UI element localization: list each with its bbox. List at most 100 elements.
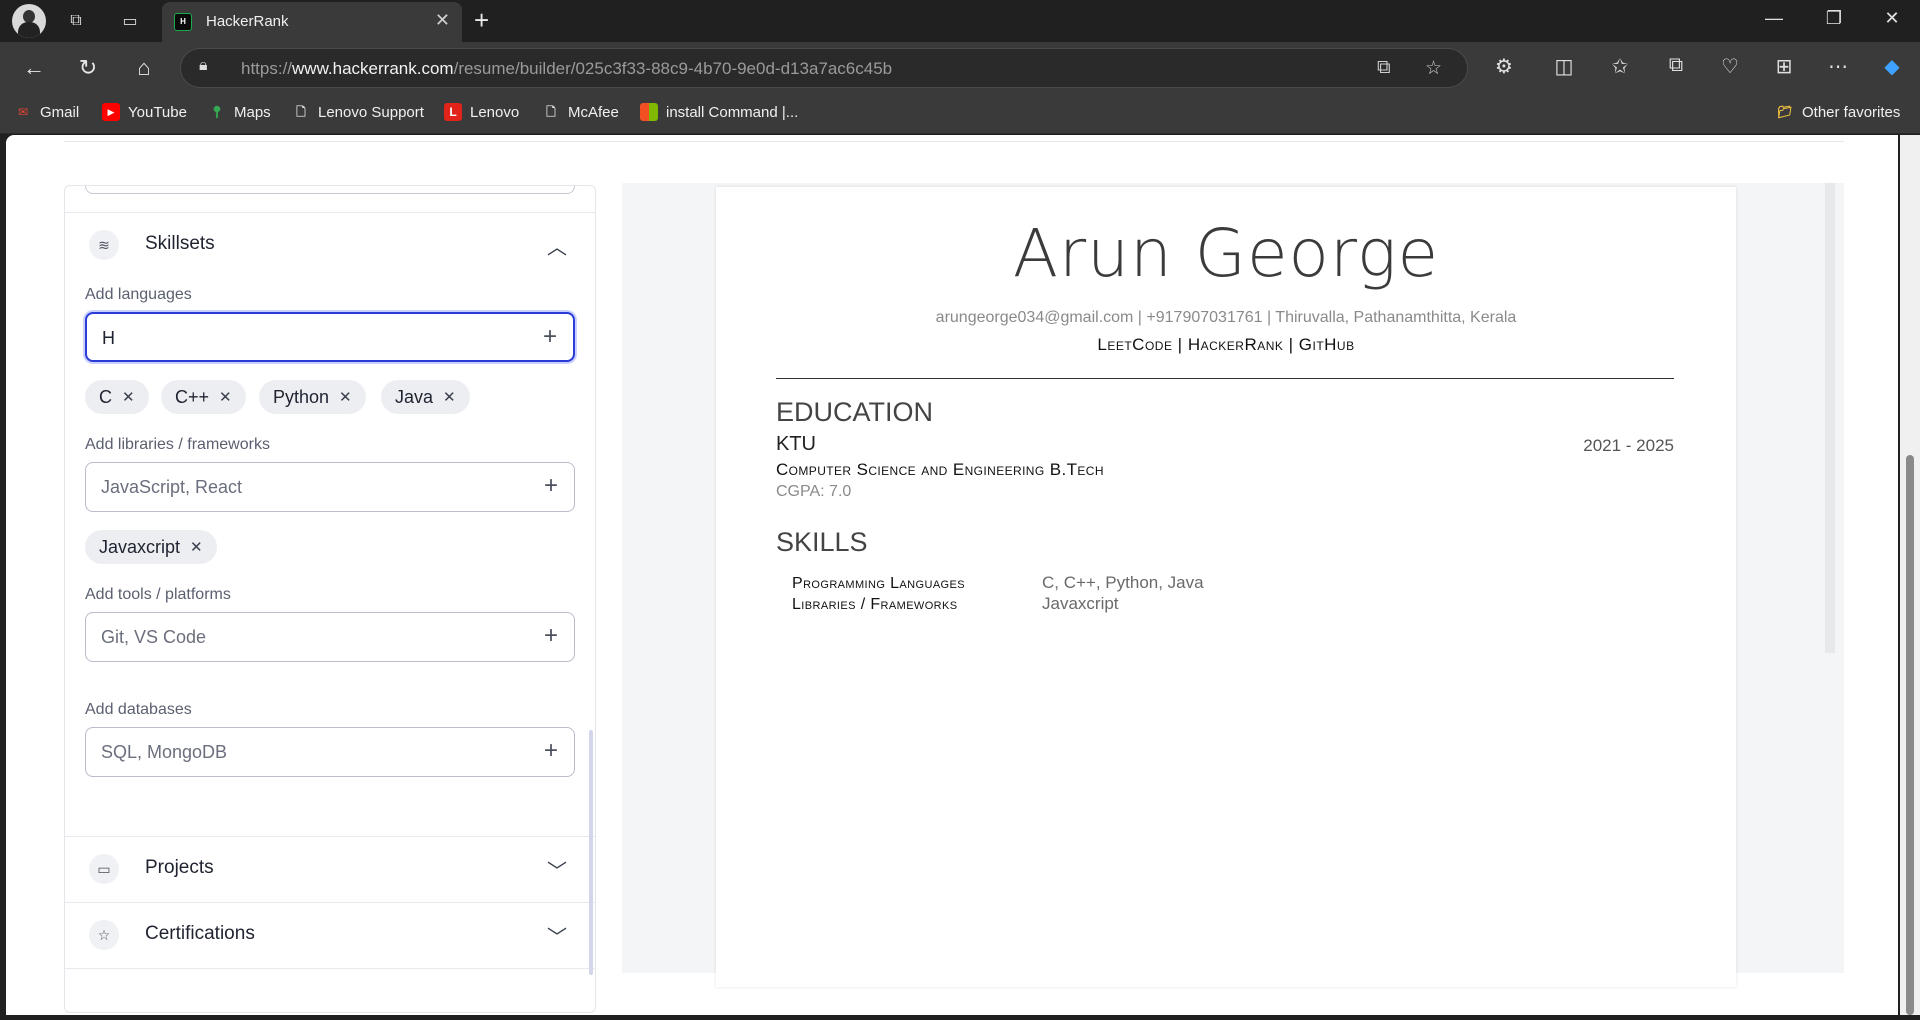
- open-in-app-icon[interactable]: ⧉: [1377, 57, 1391, 79]
- remove-chip-icon[interactable]: ✕: [339, 388, 352, 406]
- languages-input[interactable]: H +: [85, 312, 575, 362]
- extensions-icon[interactable]: ⚙: [1490, 54, 1518, 79]
- libraries-placeholder[interactable]: JavaScript, React: [101, 477, 242, 498]
- youtube-icon: ▶: [102, 103, 120, 121]
- skillsets-section-header[interactable]: ≋ Skillsets ︿: [65, 214, 595, 278]
- resume-name: Arun George: [1012, 215, 1440, 292]
- language-chip: Python ✕: [259, 380, 366, 414]
- page-scroll-thumb[interactable]: [1906, 455, 1914, 1015]
- chevron-up-icon[interactable]: ︿: [547, 231, 567, 260]
- browser-titlebar: ⧉ ▭ H HackerRank ✕ + — ❐ ✕: [0, 0, 1920, 42]
- databases-placeholder[interactable]: SQL, MongoDB: [101, 742, 227, 763]
- tools-label: Add tools / platforms: [85, 586, 231, 603]
- copilot-icon[interactable]: ◆: [1878, 54, 1906, 79]
- bookmark-label: Maps: [234, 103, 271, 121]
- certifications-title: Certifications: [145, 923, 255, 944]
- bookmark-lenovo-support[interactable]: 🗋︎ Lenovo Support: [292, 103, 424, 121]
- more-menu-icon[interactable]: ⋯: [1824, 54, 1852, 79]
- languages-input-value[interactable]: H: [102, 328, 115, 349]
- bookmark-maps[interactable]: 📍︎ Maps: [208, 103, 271, 121]
- projects-title: Projects: [145, 857, 214, 878]
- workspaces-icon[interactable]: ⧉: [62, 7, 90, 35]
- new-tab-button[interactable]: +: [474, 6, 489, 34]
- libraries-input[interactable]: JavaScript, React +: [85, 462, 575, 512]
- databases-label: Add databases: [85, 701, 192, 718]
- tools-input[interactable]: Git, VS Code +: [85, 612, 575, 662]
- resume-links: LeetCode | HackerRank | GitHub: [1097, 335, 1355, 354]
- refresh-icon[interactable]: ↻: [74, 54, 102, 82]
- bookmark-label: Lenovo Support: [318, 103, 424, 121]
- projects-section-header[interactable]: ▭ Projects ﹀: [65, 838, 595, 902]
- page-content: ≋ Skillsets ︿ Add languages H + C ✕ C++ ✕ …: [6, 135, 1898, 1015]
- bookmark-install-command[interactable]: install Command |...: [640, 103, 798, 121]
- close-tab-icon[interactable]: ✕: [435, 10, 450, 31]
- tab-actions-icon[interactable]: ▭: [116, 7, 144, 35]
- add-library-icon[interactable]: +: [544, 472, 558, 500]
- close-window-icon[interactable]: ✕: [1872, 8, 1912, 29]
- education-heading: EDUCATION: [776, 397, 934, 427]
- lock-icon[interactable]: 🔒︎: [199, 57, 208, 75]
- bookmark-gmail[interactable]: ✉ Gmail: [14, 103, 79, 121]
- folder-icon: 📁︎: [1777, 105, 1793, 119]
- education-years: 2021 - 2025: [1583, 436, 1674, 455]
- add-language-icon[interactable]: +: [543, 323, 557, 351]
- bookmark-youtube[interactable]: ▶ YouTube: [102, 103, 187, 121]
- remove-chip-icon[interactable]: ✕: [219, 388, 232, 406]
- remove-chip-icon[interactable]: ✕: [122, 388, 135, 406]
- resume-preview-panel: Arun George arungeorge034@gmail.com | +9…: [622, 183, 1844, 987]
- favorites-icon[interactable]: ✩: [1606, 54, 1634, 79]
- gmail-icon: ✉: [17, 105, 29, 119]
- profile-avatar[interactable]: [12, 4, 46, 38]
- remove-chip-icon[interactable]: ✕: [443, 388, 456, 406]
- split-screen-icon[interactable]: ◫: [1550, 54, 1578, 79]
- add-database-icon[interactable]: +: [544, 737, 558, 765]
- certifications-section-header[interactable]: ☆ Certifications ﹀: [65, 904, 595, 968]
- collections-icon[interactable]: ⧉: [1662, 54, 1690, 77]
- chip-label: C: [99, 386, 112, 407]
- languages-label: Add languages: [85, 286, 192, 303]
- skillsets-title: Skillsets: [145, 233, 215, 254]
- remove-chip-icon[interactable]: ✕: [190, 538, 203, 556]
- skills-heading: SKILLS: [776, 527, 868, 557]
- bookmark-mcafee[interactable]: 🗋︎ McAfee: [542, 103, 619, 121]
- education-school: KTU: [776, 433, 816, 455]
- bookmark-label: Lenovo: [470, 103, 520, 121]
- chip-label: Python: [273, 386, 330, 407]
- language-chip: C++ ✕: [161, 380, 246, 414]
- page-icon: 🗋︎: [546, 105, 556, 119]
- language-chip: Java ✕: [381, 380, 470, 414]
- browser-essentials-icon[interactable]: ♡: [1716, 54, 1744, 79]
- bookmark-label: McAfee: [568, 103, 619, 121]
- editor-scroll-thumb[interactable]: [589, 730, 593, 975]
- star-icon: ☆: [89, 920, 119, 950]
- monitor-icon: ▭: [89, 854, 119, 884]
- section-divider: [65, 212, 595, 213]
- preview-scroll-track[interactable]: [1825, 183, 1835, 653]
- maps-icon: 📍︎: [209, 105, 225, 119]
- chevron-down-icon[interactable]: ﹀: [547, 855, 567, 884]
- home-icon[interactable]: ⌂: [130, 54, 158, 82]
- databases-input[interactable]: SQL, MongoDB +: [85, 727, 575, 777]
- apps-icon[interactable]: ⊞: [1770, 54, 1798, 79]
- tools-placeholder[interactable]: Git, VS Code: [101, 627, 206, 648]
- bookmark-lenovo[interactable]: L Lenovo: [444, 103, 519, 121]
- page-scrollbar[interactable]: [1900, 135, 1920, 1015]
- other-favorites[interactable]: 📁︎ Other favorites: [1776, 103, 1900, 121]
- skill-value: Javaxcript: [1042, 594, 1119, 613]
- favorite-star-icon[interactable]: ☆: [1425, 57, 1442, 80]
- page-icon: 🗋︎: [296, 105, 306, 119]
- url-text[interactable]: https://www.hackerrank.com/resume/builde…: [241, 59, 892, 79]
- add-tool-icon[interactable]: +: [544, 622, 558, 650]
- chip-label: C++: [175, 386, 210, 407]
- previous-section-input[interactable]: [85, 186, 575, 194]
- bookmark-label: install Command |...: [666, 103, 799, 121]
- chevron-down-icon[interactable]: ﹀: [547, 921, 567, 950]
- tab-hackerrank[interactable]: H HackerRank ✕: [162, 2, 462, 42]
- lenovo-icon: L: [444, 103, 462, 121]
- bookmark-label: YouTube: [128, 103, 187, 121]
- minimize-icon[interactable]: —: [1754, 8, 1794, 29]
- restore-icon[interactable]: ❐: [1814, 8, 1854, 29]
- back-icon[interactable]: ←: [20, 54, 48, 82]
- bookmark-label: Gmail: [40, 103, 80, 121]
- address-bar[interactable]: 🔒︎ https://www.hackerrank.com/resume/bui…: [180, 48, 1468, 88]
